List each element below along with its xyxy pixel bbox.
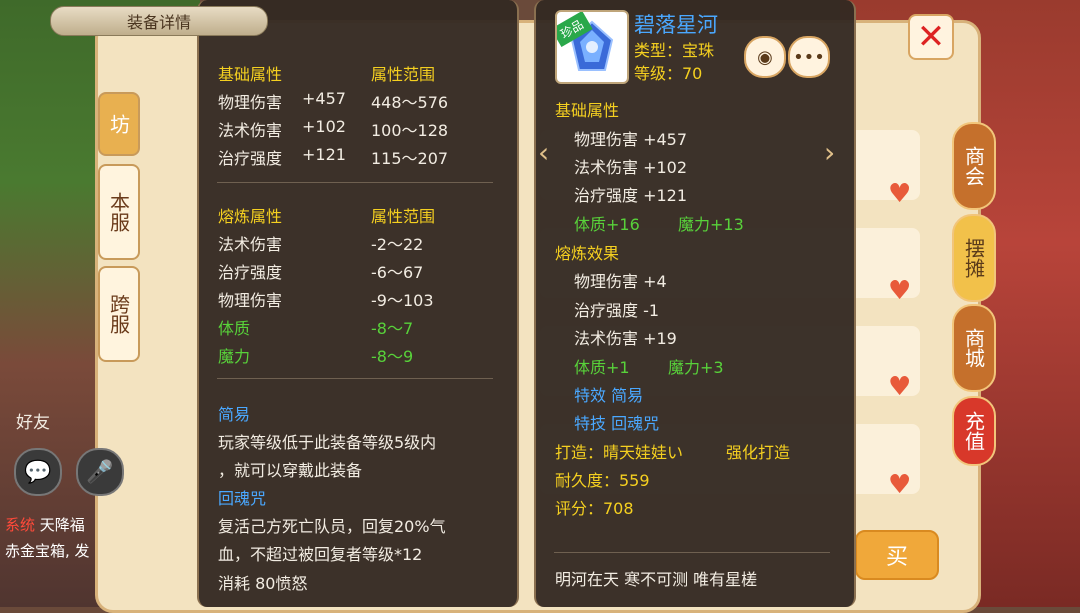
tab-label: 坊 (106, 114, 131, 134)
detail-refine-stat: 治疗强度 -1 (574, 301, 660, 320)
refine-range-header: 属性范围 (371, 207, 436, 226)
eye-icon: ◉ (757, 46, 773, 68)
chat-line: 赤金宝箱, 发 (5, 540, 90, 561)
item-icon: 珍品 (555, 10, 629, 84)
chat-bubble-icon: 💬 (24, 459, 52, 485)
buy-label: 买 (885, 545, 908, 570)
detail-refine-extra: 体质+1 (574, 358, 630, 377)
tab-fang[interactable]: 坊 (98, 92, 140, 156)
refine-stat-name: 法术伤害 (218, 235, 283, 254)
detail-base-stat: 法术伤害 +102 (574, 158, 688, 177)
skill-cost: 消耗 80愤怒 (218, 574, 308, 593)
divider (217, 378, 493, 379)
stat-range: 448～576 (371, 93, 449, 112)
chat-line: 系统 天降福 (5, 514, 85, 535)
stat-range: 115～207 (371, 149, 449, 168)
tab-cross-server[interactable]: 跨服 (98, 266, 140, 362)
effect-desc: 玩家等级低于此装备等级5级内 (218, 433, 437, 452)
tab-label: 商城 (961, 328, 986, 368)
tab-label: 摆摊 (961, 238, 986, 278)
tooltip-title: 装备详情 (50, 6, 268, 36)
chat-text: 赤金宝箱, 发 (5, 542, 90, 560)
durability: 耐久度：559 (555, 471, 650, 490)
refine-stat-range: -6～67 (371, 263, 424, 282)
tab-mall[interactable]: 商城 (952, 304, 996, 392)
detail-base-header: 基础属性 (555, 101, 620, 120)
stat-name: 物理伤害 (218, 93, 283, 112)
detail-refine-stat: 物理伤害 +4 (574, 272, 667, 291)
stat-value: +457 (302, 89, 346, 108)
detail-refine-extra: 魔力+3 (668, 358, 724, 377)
score: 评分：708 (555, 499, 634, 518)
tab-label: 本服 (106, 192, 131, 232)
refine-stat-name: 治疗强度 (218, 263, 283, 282)
more-icon: ••• (793, 46, 825, 68)
tab-label: 充值 (961, 411, 986, 451)
item-name: 碧落星河 (634, 13, 718, 37)
close-icon: ✕ (916, 17, 946, 57)
effect-name: 简易 (218, 405, 251, 424)
tab-stall[interactable]: 摆摊 (952, 214, 996, 302)
item-level: 等级：70 (634, 64, 703, 83)
tab-recharge[interactable]: 充值 (952, 396, 996, 466)
maker-tag: 强化打造 (726, 443, 791, 462)
favorite-heart-icon[interactable]: ♥ (888, 472, 914, 498)
divider (554, 552, 830, 553)
maker-label: 打造：晴天娃娃い (555, 443, 684, 462)
item-type: 类型：宝珠 (634, 41, 715, 60)
refine-stat-range: -8～7 (371, 319, 414, 338)
skill-desc: 血，不超过被回复者等级*12 (218, 545, 423, 564)
item-flavor-text: 明河在天 寒不可测 唯有星槎 (555, 570, 758, 589)
refine-attr-header: 熔炼属性 (218, 207, 283, 226)
refine-stat-name: 体质 (218, 319, 251, 338)
tooltip-title-text: 装备详情 (126, 13, 191, 32)
detail-base-stat: 物理伤害 +457 (574, 130, 688, 149)
friend-label: 好友 (16, 413, 50, 433)
preview-button[interactable]: ◉ (744, 36, 786, 78)
skill-desc: 复活己方死亡队员，回复20%气 (218, 517, 446, 536)
base-attr-header: 基础属性 (218, 65, 283, 84)
stat-value: +121 (302, 145, 346, 164)
detail-refine-header: 熔炼效果 (555, 244, 620, 263)
attr-range-header: 属性范围 (371, 65, 436, 84)
buy-button[interactable]: 买 (855, 530, 939, 580)
stat-name: 法术伤害 (218, 121, 283, 140)
tab-label: 跨服 (106, 294, 131, 334)
voice-button[interactable]: 🎤 (76, 448, 124, 496)
detail-base-extra: 魔力+13 (678, 215, 744, 234)
chat-tag: 系统 (5, 516, 36, 534)
refine-stat-name: 物理伤害 (218, 291, 283, 310)
prev-arrow-icon[interactable]: ‹ (538, 136, 549, 169)
divider (217, 182, 493, 183)
tab-label: 商会 (961, 146, 986, 186)
refine-stat-name: 魔力 (218, 347, 251, 366)
favorite-heart-icon[interactable]: ♥ (888, 181, 914, 207)
detail-effect: 特效 简易 (574, 386, 644, 405)
microphone-icon: 🎤 (86, 459, 114, 485)
stat-value: +102 (302, 117, 346, 136)
tab-local-server[interactable]: 本服 (98, 164, 140, 260)
detail-base-extra: 体质+16 (574, 215, 640, 234)
favorite-heart-icon[interactable]: ♥ (888, 374, 914, 400)
detail-refine-stat: 法术伤害 +19 (574, 329, 677, 348)
tab-chamber-of-commerce[interactable]: 商会 (952, 122, 996, 210)
stat-name: 治疗强度 (218, 149, 283, 168)
skill-name: 回魂咒 (218, 489, 267, 508)
refine-stat-range: -2～22 (371, 235, 424, 254)
detail-skill: 特技 回魂咒 (574, 414, 660, 433)
close-button[interactable]: ✕ (908, 14, 954, 60)
refine-stat-range: -9～103 (371, 291, 434, 310)
detail-base-stat: 治疗强度 +121 (574, 186, 688, 205)
next-arrow-icon[interactable]: › (824, 136, 835, 169)
favorite-heart-icon[interactable]: ♥ (888, 278, 914, 304)
chat-text: 天降福 (39, 516, 85, 534)
effect-desc: ，就可以穿戴此装备 (218, 461, 363, 480)
chat-button[interactable]: 💬 (14, 448, 62, 496)
stat-range: 100～128 (371, 121, 449, 140)
refine-stat-range: -8～9 (371, 347, 414, 366)
more-button[interactable]: ••• (788, 36, 830, 78)
